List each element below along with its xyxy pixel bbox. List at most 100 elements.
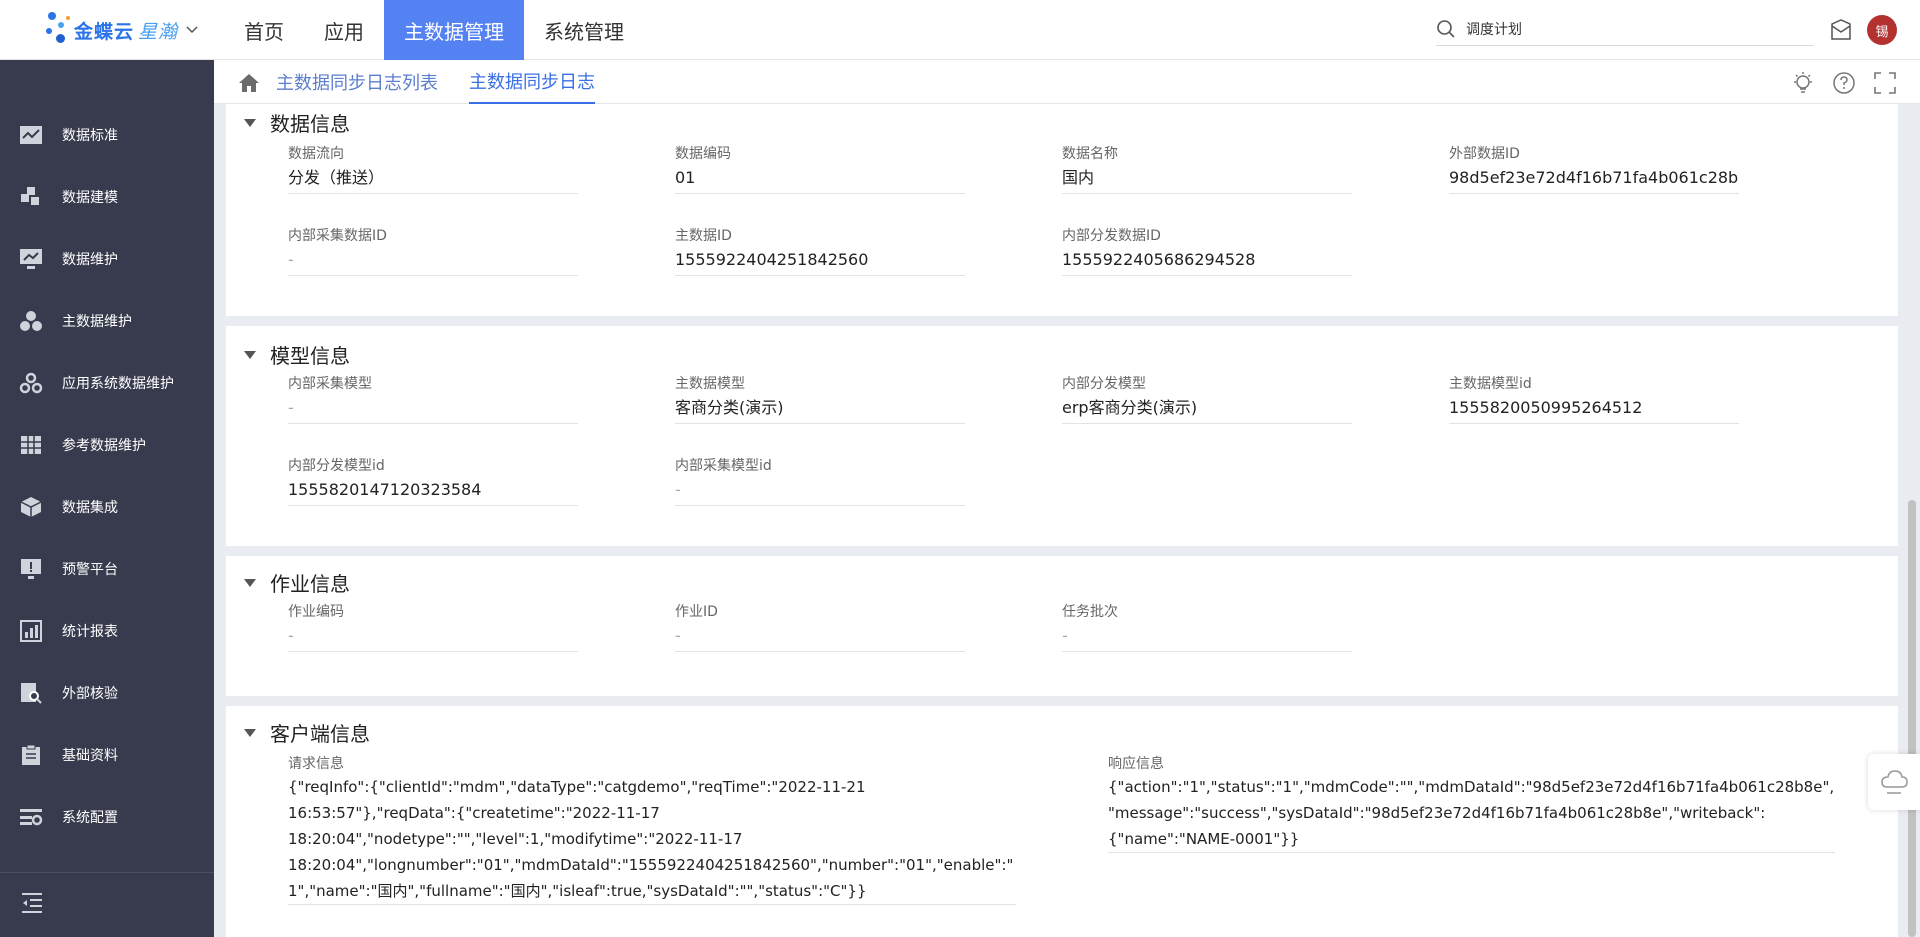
response-info-value: {"action":"1","status":"1","mdmCode":"",… xyxy=(1108,774,1835,853)
collapse-menu-icon[interactable] xyxy=(20,892,44,916)
section-title: 模型信息 xyxy=(270,344,350,368)
breadcrumb-sync-log[interactable]: 主数据同步日志 xyxy=(469,60,595,104)
breadcrumb: 主数据同步日志列表 主数据同步日志 xyxy=(214,60,1920,104)
sidebar-item-statistics[interactable]: 统计报表 xyxy=(0,600,214,662)
table-icon xyxy=(18,432,44,458)
field-internal-collect-model-id: 内部采集模型id - xyxy=(675,456,965,506)
sidebar-item-data-maintenance[interactable]: 数据维护 xyxy=(0,228,214,290)
sidebar-item-label: 系统配置 xyxy=(62,810,118,826)
circles-icon xyxy=(18,308,44,334)
nav-master-data[interactable]: 主数据管理 xyxy=(384,0,524,60)
sidebar-item-label: 应用系统数据维护 xyxy=(62,376,174,392)
settings-icon xyxy=(18,804,44,830)
triangle-down-icon xyxy=(244,578,256,587)
sidebar-item-data-integration[interactable]: 数据集成 xyxy=(0,476,214,538)
search-doc-icon xyxy=(18,680,44,706)
section-title: 客户端信息 xyxy=(270,722,370,746)
triangle-down-icon xyxy=(244,118,256,127)
alert-screen-icon xyxy=(18,556,44,582)
monitor-icon xyxy=(18,246,44,272)
logo-text: 金蝶云 星瀚 xyxy=(74,20,179,43)
sidebar-item-label: 基础资料 xyxy=(62,748,118,764)
section-toggle-data-info[interactable]: 数据信息 xyxy=(244,108,350,137)
sidebar-divider xyxy=(0,872,214,873)
field-response-info: 响应信息 {"action":"1","status":"1","mdmCode… xyxy=(1108,754,1835,853)
field-master-model-id: 主数据模型id 1555820050995264512 xyxy=(1449,374,1739,424)
sidebar-item-label: 主数据维护 xyxy=(62,314,132,330)
field-task-batch: 任务批次 - xyxy=(1062,602,1352,652)
sidebar-item-data-modeling[interactable]: 数据建模 xyxy=(0,166,214,228)
nav-apps[interactable]: 应用 xyxy=(304,0,384,60)
sidebar: 数据标准 数据建模 数据维护 主数据维护 应用系统数据维护 参考数据维护 数据集… xyxy=(0,60,214,937)
field-master-data-model: 主数据模型 客商分类(演示) xyxy=(675,374,965,424)
card-data-info: 数据信息 数据流向 分发（推送） 数据编码 01 数据名称 国内 外部数据ID … xyxy=(226,104,1898,316)
main-nav: 首页 应用 主数据管理 系统管理 xyxy=(224,0,644,60)
field-data-direction: 数据流向 分发（推送） xyxy=(288,144,578,194)
sidebar-item-app-system-data[interactable]: 应用系统数据维护 xyxy=(0,352,214,414)
top-bar: 金蝶云 星瀚 首页 应用 主数据管理 系统管理 调度计划 锡 xyxy=(0,0,1920,60)
lightbulb-icon[interactable] xyxy=(1790,70,1816,96)
sidebar-item-data-standard[interactable]: 数据标准 xyxy=(0,104,214,166)
field-request-info: 请求信息 {"reqInfo":{"clientId":"mdm","dataT… xyxy=(288,754,1016,905)
sidebar-item-external-check[interactable]: 外部核验 xyxy=(0,662,214,724)
sidebar-item-label: 预警平台 xyxy=(62,562,118,578)
scrollbar-thumb[interactable] xyxy=(1908,500,1916,937)
app-logo[interactable]: 金蝶云 星瀚 xyxy=(40,8,210,52)
field-internal-collect-model: 内部采集模型 - xyxy=(288,374,578,424)
section-toggle-model-info[interactable]: 模型信息 xyxy=(244,340,350,369)
field-internal-collect-id: 内部采集数据ID - xyxy=(288,226,578,276)
scrollbar[interactable] xyxy=(1908,104,1916,937)
sidebar-item-label: 数据维护 xyxy=(62,252,118,268)
sidebar-item-system-config[interactable]: 系统配置 xyxy=(0,786,214,848)
nav-system[interactable]: 系统管理 xyxy=(524,0,644,60)
search-text: 调度计划 xyxy=(1466,21,1522,38)
cloud-upload-icon[interactable] xyxy=(1868,754,1920,810)
cube-icon xyxy=(18,494,44,520)
sidebar-item-label: 参考数据维护 xyxy=(62,438,146,454)
logo-icon xyxy=(40,10,74,50)
triangle-down-icon xyxy=(244,728,256,737)
sidebar-item-master-data-maintenance[interactable]: 主数据维护 xyxy=(0,290,214,352)
fullscreen-icon[interactable] xyxy=(1872,70,1898,96)
report-icon xyxy=(18,618,44,644)
sidebar-item-alert-platform[interactable]: 预警平台 xyxy=(0,538,214,600)
breadcrumb-sync-log-list[interactable]: 主数据同步日志列表 xyxy=(276,60,438,104)
field-internal-dist-model: 内部分发模型 erp客商分类(演示) xyxy=(1062,374,1352,424)
field-job-id: 作业ID - xyxy=(675,602,965,652)
field-data-code: 数据编码 01 xyxy=(675,144,965,194)
sidebar-item-label: 数据标准 xyxy=(62,128,118,144)
sidebar-item-label: 数据集成 xyxy=(62,500,118,516)
help-icon[interactable] xyxy=(1831,70,1857,96)
gears-icon xyxy=(18,370,44,396)
sidebar-item-reference-data[interactable]: 参考数据维护 xyxy=(0,414,214,476)
field-external-data-id: 外部数据ID 98d5ef23e72d4f16b71fa4b061c28b8e xyxy=(1449,144,1739,194)
field-job-code: 作业编码 - xyxy=(288,602,578,652)
request-info-value: {"reqInfo":{"clientId":"mdm","dataType":… xyxy=(288,774,1016,905)
section-title: 作业信息 xyxy=(270,572,350,596)
home-icon[interactable] xyxy=(238,72,260,94)
message-icon[interactable] xyxy=(1830,18,1852,42)
nav-home[interactable]: 首页 xyxy=(224,0,304,60)
section-toggle-job-info[interactable]: 作业信息 xyxy=(244,568,350,597)
field-master-data-id: 主数据ID 1555922404251842560 xyxy=(675,226,965,276)
search-input[interactable]: 调度计划 xyxy=(1436,12,1814,46)
card-client-info: 客户端信息 请求信息 {"reqInfo":{"clientId":"mdm",… xyxy=(226,706,1898,937)
chart-board-icon xyxy=(18,122,44,148)
main-content: 数据信息 数据流向 分发（推送） 数据编码 01 数据名称 国内 外部数据ID … xyxy=(214,104,1920,937)
avatar[interactable]: 锡 xyxy=(1867,15,1897,45)
sidebar-item-label: 外部核验 xyxy=(62,686,118,702)
field-data-name: 数据名称 国内 xyxy=(1062,144,1352,194)
section-toggle-client-info[interactable]: 客户端信息 xyxy=(244,718,370,747)
puzzle-icon xyxy=(18,184,44,210)
field-internal-dist-model-id: 内部分发模型id 1555820147120323584 xyxy=(288,456,578,506)
triangle-down-icon xyxy=(244,350,256,359)
chevron-down-icon[interactable] xyxy=(186,23,198,37)
clipboard-icon xyxy=(18,742,44,768)
sidebar-item-basic-data[interactable]: 基础资料 xyxy=(0,724,214,786)
sidebar-item-label: 统计报表 xyxy=(62,624,118,640)
card-model-info: 模型信息 内部采集模型 - 主数据模型 客商分类(演示) 内部分发模型 erp客… xyxy=(226,326,1898,546)
field-internal-dist-id: 内部分发数据ID 1555922405686294528 xyxy=(1062,226,1352,276)
section-title: 数据信息 xyxy=(270,112,350,136)
card-job-info: 作业信息 作业编码 - 作业ID - 任务批次 - xyxy=(226,556,1898,696)
search-icon xyxy=(1437,19,1455,38)
